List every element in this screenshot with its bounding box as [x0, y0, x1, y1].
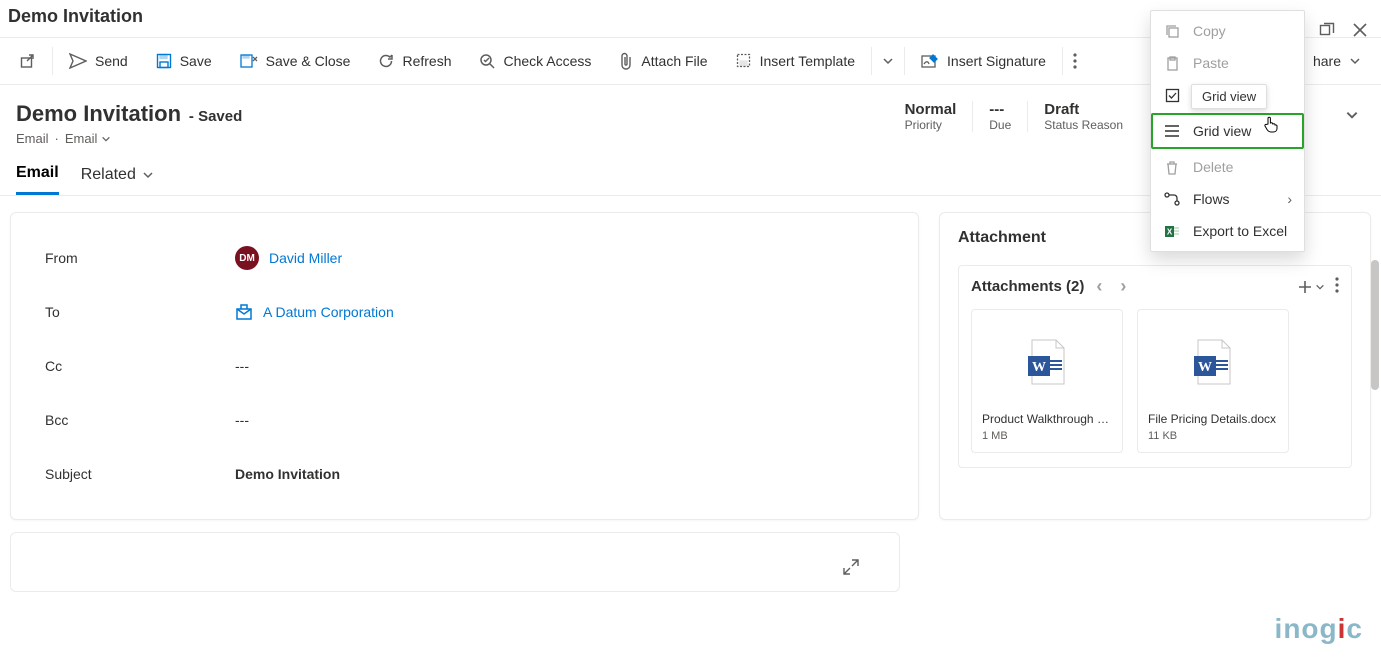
svg-text:X: X	[1167, 227, 1173, 236]
svg-text:W: W	[1032, 360, 1046, 375]
cursor-icon	[1263, 115, 1279, 137]
ctx-flows[interactable]: Flows ›	[1151, 183, 1304, 215]
template-chevron[interactable]	[874, 38, 902, 84]
account-icon	[235, 303, 253, 321]
prev-attachment[interactable]: ‹	[1090, 276, 1108, 297]
attachment-item[interactable]: W Product Walkthrough Det... 1 MB	[971, 309, 1123, 453]
popout-icon[interactable]	[1319, 22, 1335, 41]
chevron-down-icon	[1349, 55, 1361, 67]
to-label: To	[45, 304, 235, 320]
bcc-label: Bcc	[45, 412, 235, 428]
ctx-grid-view[interactable]: Grid view	[1151, 113, 1304, 149]
status-reason-label: Status Reason	[1044, 118, 1123, 132]
vertical-dots-icon	[1335, 277, 1339, 293]
context-menu: Copy Paste Select All Grid view Grid vie…	[1150, 10, 1305, 252]
attachment-size: 1 MB	[982, 430, 1112, 442]
chevron-down-icon	[142, 169, 154, 181]
chevron-down-icon	[1345, 108, 1359, 122]
scrollbar[interactable]	[1371, 260, 1379, 390]
insert-signature-button[interactable]: Insert Signature	[907, 38, 1060, 84]
refresh-icon	[378, 53, 394, 69]
grid-view-icon	[1163, 124, 1181, 138]
vertical-dots-icon	[1073, 53, 1077, 69]
ctx-copy: Copy	[1151, 15, 1304, 47]
word-doc-icon: W	[1192, 338, 1234, 386]
save-close-button[interactable]: Save & Close	[226, 38, 365, 84]
attachment-overflow[interactable]	[1335, 277, 1339, 296]
ctx-export-excel[interactable]: X Export to Excel	[1151, 215, 1304, 247]
overflow-button[interactable]	[1065, 38, 1085, 84]
check-access-button[interactable]: Check Access	[465, 38, 605, 84]
popout-button[interactable]	[6, 38, 50, 84]
send-button[interactable]: Send	[55, 38, 142, 84]
from-value[interactable]: DM David Miller	[235, 246, 342, 270]
form-selector[interactable]: Email	[65, 131, 112, 146]
bcc-value[interactable]: ---	[235, 412, 249, 428]
attachment-item[interactable]: W File Pricing Details.docx 11 KB	[1137, 309, 1289, 453]
priority-value: Normal	[905, 101, 957, 118]
svg-text:W: W	[1198, 360, 1212, 375]
tab-email[interactable]: Email	[16, 164, 59, 195]
attachment-size: 11 KB	[1148, 430, 1278, 442]
attachments-count: Attachments (2)	[971, 278, 1084, 295]
status-bar: Normal Priority --- Due Draft Status Rea…	[889, 101, 1139, 132]
subject-label: Subject	[45, 466, 235, 482]
brand-watermark: inogic	[1275, 613, 1363, 645]
template-icon	[736, 53, 752, 69]
subject-value[interactable]: Demo Invitation	[235, 466, 340, 482]
attach-file-button[interactable]: Attach File	[605, 38, 721, 84]
send-icon	[69, 53, 87, 69]
email-form-card: From DM David Miller To A Datum Corporat…	[10, 212, 919, 520]
signature-icon	[921, 53, 939, 69]
ctx-paste: Paste	[1151, 47, 1304, 79]
word-doc-icon: W	[1026, 338, 1068, 386]
attachment-name: Product Walkthrough Det...	[982, 412, 1112, 426]
delete-icon	[1163, 160, 1181, 175]
ctx-delete: Delete	[1151, 151, 1304, 183]
from-label: From	[45, 250, 235, 266]
save-close-icon	[240, 53, 258, 69]
to-value[interactable]: A Datum Corporation	[235, 303, 394, 321]
cc-value[interactable]: ---	[235, 358, 249, 374]
email-body-card[interactable]	[10, 532, 900, 592]
excel-icon: X	[1163, 224, 1181, 239]
flows-icon	[1163, 192, 1181, 206]
header-chevron[interactable]	[1339, 102, 1365, 131]
entity-label: Email	[16, 131, 49, 146]
close-icon[interactable]	[1353, 23, 1367, 40]
attachment-name: File Pricing Details.docx	[1148, 412, 1278, 426]
refresh-button[interactable]: Refresh	[364, 38, 465, 84]
save-button[interactable]: Save	[142, 38, 226, 84]
due-label: Due	[989, 118, 1011, 132]
attachment-card: Attachment Attachments (2) ‹ ›	[939, 212, 1371, 520]
insert-template-button[interactable]: Insert Template	[722, 38, 869, 84]
paperclip-icon	[619, 52, 633, 70]
avatar: DM	[235, 246, 259, 270]
copy-icon	[1163, 24, 1181, 39]
plus-icon	[1297, 279, 1313, 295]
check-access-icon	[479, 53, 495, 69]
add-attachment-button[interactable]	[1297, 279, 1325, 295]
save-icon	[156, 53, 172, 69]
tab-related[interactable]: Related	[81, 166, 154, 194]
chevron-down-icon	[101, 134, 111, 144]
chevron-right-icon: ›	[1287, 191, 1292, 207]
cc-label: Cc	[45, 358, 235, 374]
chevron-down-icon	[882, 55, 894, 67]
select-all-icon	[1163, 88, 1181, 103]
share-button[interactable]: hare	[1299, 38, 1375, 84]
due-value: ---	[989, 101, 1011, 118]
grid-view-tooltip: Grid view	[1191, 84, 1267, 109]
status-reason-value: Draft	[1044, 101, 1123, 118]
expand-icon[interactable]	[843, 559, 859, 578]
record-title: Demo Invitation - Saved	[16, 101, 242, 127]
chevron-down-icon	[1315, 282, 1325, 292]
next-attachment[interactable]: ›	[1114, 276, 1132, 297]
priority-label: Priority	[905, 118, 957, 132]
paste-icon	[1163, 56, 1181, 71]
